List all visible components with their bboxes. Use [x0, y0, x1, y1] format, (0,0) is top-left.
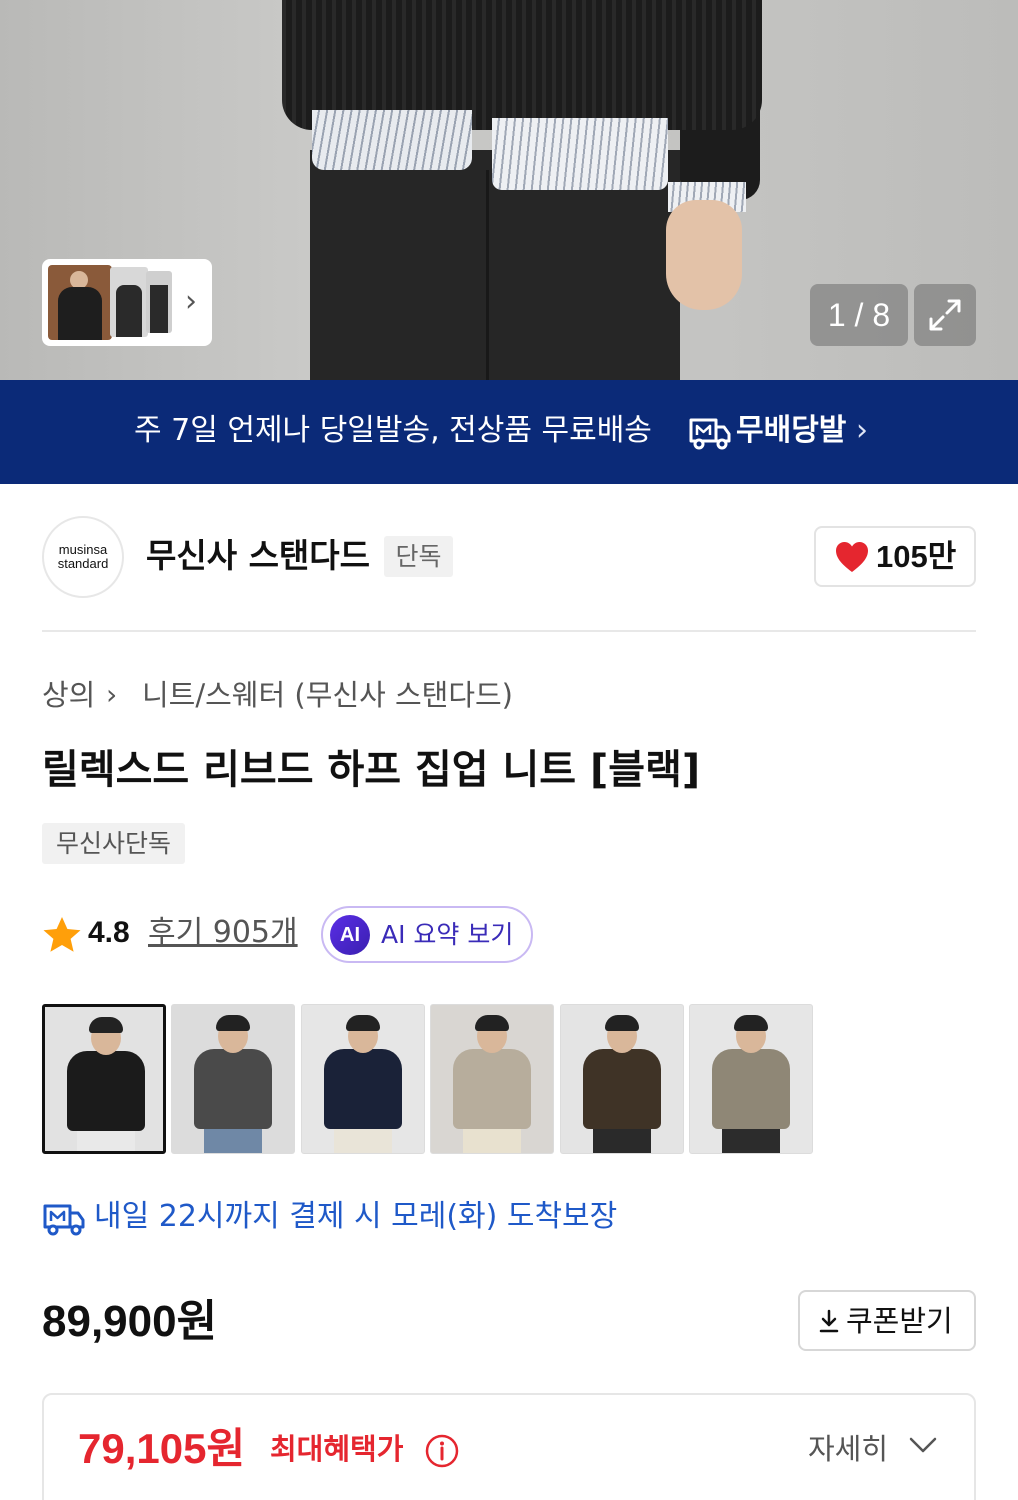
review-count-link[interactable]: 후기 905개 — [148, 912, 298, 954]
color-swatch-beige[interactable] — [430, 1004, 554, 1154]
swatch-model-hair — [216, 1015, 250, 1031]
ai-summary-button[interactable]: AI AI 요약 보기 — [321, 906, 533, 963]
thumbnail-1[interactable] — [48, 265, 112, 340]
swatch-legs — [463, 1127, 521, 1153]
brand-logo-text-2: standard — [57, 556, 109, 571]
expand-button[interactable] — [914, 284, 976, 346]
swatch-garment — [67, 1051, 145, 1131]
divider — [42, 630, 976, 632]
benefit-price: 79,105원 — [78, 1425, 246, 1472]
benefit-label: 최대혜택가 — [270, 1432, 404, 1466]
swatch-garment — [583, 1049, 661, 1129]
swatch-legs — [204, 1127, 262, 1153]
thumbnail-body — [150, 285, 168, 333]
swatch-garment — [712, 1049, 790, 1129]
chevron-down-icon[interactable] — [908, 1435, 938, 1455]
product-title: 릴렉스드 리브드 하프 집업 니트 [블랙] — [42, 747, 701, 793]
breadcrumb-level2[interactable]: 니트/스웨터 (무신사 스탠다드) — [142, 674, 513, 716]
chevron-right-icon[interactable]: › — [176, 285, 206, 319]
swatch-model-hair — [89, 1017, 123, 1033]
like-button[interactable]: 105만 — [814, 526, 976, 587]
ai-summary-label: AI 요약 보기 — [381, 920, 514, 949]
thumbnail-3[interactable] — [146, 271, 172, 333]
thumbnail-body — [58, 287, 102, 340]
image-hand — [666, 200, 742, 310]
max-benefit-box[interactable]: 79,105원 최대혜택가 자세히 — [42, 1393, 976, 1500]
color-swatch-khaki[interactable] — [689, 1004, 813, 1154]
like-count: 105만 — [876, 539, 957, 574]
download-icon — [819, 1309, 839, 1333]
chevron-right-icon: › — [106, 678, 118, 711]
thumbnail-body — [116, 285, 142, 337]
image-shirt-tail — [312, 110, 472, 170]
swatch-legs — [334, 1127, 392, 1153]
exclusive-tag: 무신사단독 — [42, 823, 185, 864]
breadcrumb-level1[interactable]: 상의 — [42, 674, 95, 716]
chevron-right-icon: › — [856, 413, 868, 448]
info-icon[interactable] — [424, 1433, 460, 1469]
original-price: 89,900원 — [42, 1297, 218, 1346]
delivery-truck-icon — [689, 418, 731, 450]
thumbnail-2[interactable] — [110, 267, 148, 337]
shipping-message: 주 7일 언제나 당일발송, 전상품 무료배송 — [134, 413, 652, 448]
color-swatch-brown[interactable] — [560, 1004, 684, 1154]
swatch-model-hair — [346, 1015, 380, 1031]
coupon-label: 쿠폰받기 — [846, 1304, 953, 1338]
brand-name[interactable]: 무신사 스탠다드 — [146, 534, 370, 578]
coupon-button[interactable]: 쿠폰받기 — [798, 1290, 976, 1351]
delivery-truck-icon — [43, 1204, 85, 1236]
swatch-garment — [453, 1049, 531, 1129]
swatch-garment — [324, 1049, 402, 1129]
exclusive-badge: 단독 — [384, 536, 453, 577]
swatch-legs — [77, 1129, 135, 1151]
swatch-model-hair — [605, 1015, 639, 1031]
ai-badge-icon: AI — [330, 915, 370, 955]
color-swatch-navy[interactable] — [301, 1004, 425, 1154]
star-icon — [43, 917, 81, 952]
swatch-legs — [722, 1127, 780, 1153]
brand-logo-text-1: musinsa — [58, 542, 108, 557]
shipping-brand: 무배당발 — [736, 413, 847, 448]
heart-icon — [836, 542, 868, 572]
detail-toggle[interactable]: 자세히 — [808, 1427, 888, 1471]
image-pants-seam — [486, 170, 489, 380]
brand-logo[interactable]: musinsa standard — [42, 516, 124, 598]
swatch-model-hair — [734, 1015, 768, 1031]
color-swatch-black[interactable] — [42, 1004, 166, 1154]
product-image[interactable]: › 1 / 8 — [0, 0, 1018, 380]
expand-icon — [929, 299, 961, 331]
rating-score: 4.8 — [88, 916, 130, 949]
swatch-legs — [593, 1127, 651, 1153]
swatch-garment — [194, 1049, 272, 1129]
image-shirt-tail-right — [492, 118, 668, 190]
color-swatch-charcoal[interactable] — [171, 1004, 295, 1154]
image-counter: 1 / 8 — [810, 284, 908, 346]
delivery-guarantee: 내일 22시까지 결제 시 모레(화) 도착보장 — [94, 1199, 618, 1234]
swatch-model-hair — [475, 1015, 509, 1031]
image-thumbnail-strip[interactable]: › — [42, 259, 212, 346]
shipping-banner[interactable]: 주 7일 언제나 당일발송, 전상품 무료배송 무배당발 › — [0, 380, 1018, 484]
